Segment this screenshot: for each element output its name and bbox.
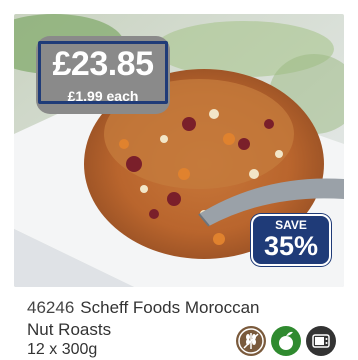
price-label: £23.85 [52,45,155,83]
product-title-line1[interactable]: 46246 Scheff Foods Moroccan [27,297,260,319]
product-code: 46246 [27,298,75,317]
vegetarian-icon [271,326,301,356]
product-card[interactable]: £23.85 £1.99 each SAVE 35% 46246 Scheff F… [0,0,358,358]
product-name-part1: Scheff Foods Moroccan [80,298,260,317]
save-percent: 35% [263,231,319,261]
pack-size: 12 x 300g [27,341,98,358]
microwave-icon [306,326,336,356]
unit-price-label: £1.99 each [67,88,139,104]
product-name-part2[interactable]: Nut Roasts [27,319,111,341]
wheat-free-icon [236,326,266,356]
